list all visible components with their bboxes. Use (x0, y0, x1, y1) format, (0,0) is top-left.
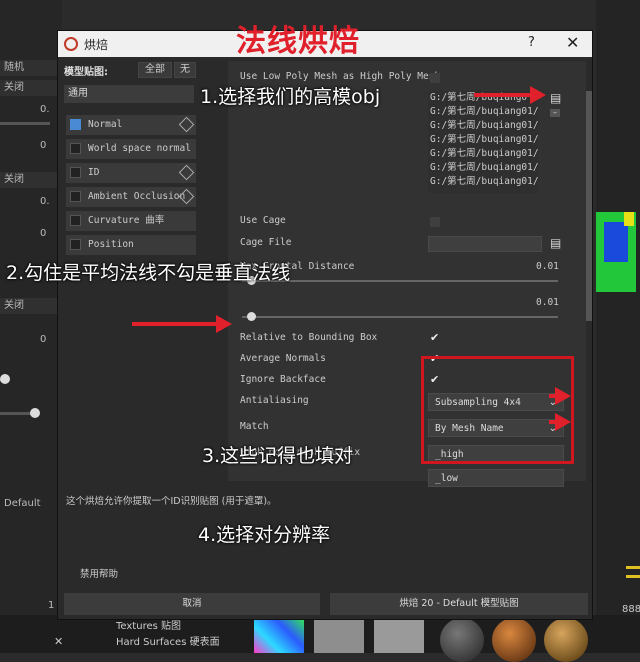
checkbox[interactable] (70, 215, 81, 226)
material-sphere[interactable] (544, 618, 588, 662)
bg-num: 0. (40, 196, 50, 207)
max-rear-value: 0.01 (536, 297, 559, 308)
checkbox-checked[interactable] (70, 119, 81, 130)
bg-row[interactable]: 关闭 (0, 172, 60, 188)
list-item[interactable]: G:/第七周/buqiang01/q (428, 147, 538, 161)
select-none-button[interactable]: 无 (174, 62, 196, 78)
highlight-box (421, 356, 574, 464)
settings-scrollbar[interactable] (586, 91, 592, 321)
red-arrow (474, 86, 546, 104)
bg-num: 0 (40, 334, 47, 345)
map-item-label: ID (88, 167, 100, 178)
ignore-backface-label: Ignore Backface (240, 374, 326, 385)
slider-knob[interactable] (247, 312, 257, 321)
preset-select[interactable]: 通用 (64, 85, 194, 103)
model-maps-label: 模型贴图: (64, 67, 108, 78)
material-sphere[interactable] (440, 618, 484, 662)
map-item-position[interactable]: Position (66, 235, 196, 255)
thumbnail-texture[interactable] (374, 620, 424, 653)
cube-icon[interactable] (178, 116, 195, 133)
map-item-normal[interactable]: Normal (66, 115, 196, 135)
material-sphere[interactable] (492, 618, 536, 662)
map-item-world-space-normal[interactable]: World space normal (66, 139, 196, 159)
map-item-label: Normal (88, 119, 123, 130)
bg-num: 0 (40, 140, 47, 151)
relative-bbox-checkbox[interactable]: ✔ (430, 332, 440, 343)
bg-default-label: Default (4, 498, 41, 509)
use-low-as-high-label: Use Low Poly Mesh as High Poly Mesh (240, 71, 441, 82)
map-item-label: Curvature 曲率 (88, 215, 165, 226)
match-label: Match (240, 421, 269, 432)
cube-icon[interactable] (178, 164, 195, 181)
list-item[interactable]: G:/第七周/buqiang01/q (428, 133, 538, 147)
close-icon[interactable]: ✕ (566, 33, 579, 52)
thumbnail-texture[interactable] (314, 620, 364, 653)
bg-row[interactable]: 关闭 (0, 298, 60, 314)
cage-file-field[interactable] (428, 236, 542, 252)
bg-row[interactable]: 关闭 (0, 80, 60, 96)
help-icon[interactable]: ? (528, 35, 535, 50)
viewport-model-part (604, 222, 628, 262)
file-icon[interactable]: ▤ (550, 91, 561, 105)
bg-num: 0 (40, 228, 47, 239)
list-item[interactable]: G:/第七周/buqiang01/q (428, 105, 538, 119)
checkbox[interactable] (70, 239, 81, 250)
map-item-id[interactable]: ID (66, 163, 196, 183)
map-item-ambient-occlusion[interactable]: Ambient Occlusion (66, 187, 196, 207)
checkbox[interactable] (70, 143, 81, 154)
use-low-as-high-checkbox[interactable] (430, 73, 440, 83)
bake-button[interactable]: 烘焙 20 - Default 模型贴图 (330, 593, 588, 615)
max-rear-slider[interactable] (242, 316, 558, 318)
bg-slider[interactable] (0, 374, 10, 384)
antialiasing-label: Antialiasing (240, 395, 309, 406)
bg-row-random[interactable]: 随机 (0, 60, 60, 76)
bg-mark (626, 575, 640, 578)
list-item[interactable]: G:/第七周/buqiang01/q (428, 161, 538, 175)
list-item[interactable]: G:/第七周/buqiang01/q (428, 119, 538, 133)
average-normals-label: Average Normals (240, 353, 326, 364)
bg-num: 0. (40, 104, 50, 115)
app-logo-icon (64, 37, 78, 51)
red-arrow (132, 315, 232, 333)
map-item-label: Position (88, 239, 134, 250)
use-cage-checkbox[interactable] (430, 217, 440, 227)
low-suffix-input[interactable]: _low (428, 469, 564, 487)
bg-mark (626, 566, 640, 569)
checkbox[interactable] (70, 167, 81, 178)
bg-close-icon[interactable]: ✕ (54, 635, 63, 648)
use-cage-label: Use Cage (240, 215, 286, 226)
background-left-panel (0, 0, 62, 653)
cage-file-label: Cage File (240, 237, 292, 248)
annotation-step3: 3.这些记得也填对 (202, 445, 354, 467)
max-frontal-value: 0.01 (536, 261, 559, 272)
checkbox[interactable] (70, 191, 81, 202)
cancel-button[interactable]: 取消 (64, 593, 320, 615)
dialog-title: 烘焙 (84, 38, 109, 52)
background-right-panel: 888 (596, 0, 640, 653)
map-item-label: World space normal (88, 143, 191, 154)
high-poly-mesh-list[interactable]: G:/第七周/buqiang0 G:/第七周/buqiang01/q G:/第七… (428, 91, 538, 193)
file-icon[interactable]: ▤ (550, 236, 561, 250)
map-item-label: Ambient Occlusion (88, 191, 186, 202)
shelf-hard-surfaces[interactable]: Hard Surfaces 硬表面 (116, 633, 220, 648)
relative-bbox-label: Relative to Bounding Box (240, 332, 378, 343)
bg-slider[interactable] (0, 122, 50, 125)
annotation-step4: 4.选择对分辨率 (198, 524, 331, 546)
bg-bottom-value: 1 (48, 600, 55, 611)
bg-slider[interactable] (0, 408, 40, 418)
bg-right-value: 888 (622, 604, 640, 615)
thumbnail-id-map[interactable] (254, 620, 304, 653)
annotation-title: 法线烘焙 (236, 24, 360, 59)
disable-help-label[interactable]: 禁用帮助 (80, 566, 118, 580)
info-text: 这个烘焙允许你提取一个ID识别贴图 (用于遮罩)。 (66, 496, 277, 507)
viewport-model-part (624, 212, 634, 226)
select-all-button[interactable]: 全部 (138, 62, 172, 78)
annotation-step1: 1.选择我们的高模obj (200, 86, 381, 108)
list-item[interactable]: G:/第七周/buqiang01/q (428, 175, 538, 189)
annotation-step2: 2.勾住是平均法线不勾是垂直法线 (6, 262, 291, 284)
map-item-curvature[interactable]: Curvature 曲率 (66, 211, 196, 231)
remove-icon[interactable]: – (550, 109, 560, 117)
